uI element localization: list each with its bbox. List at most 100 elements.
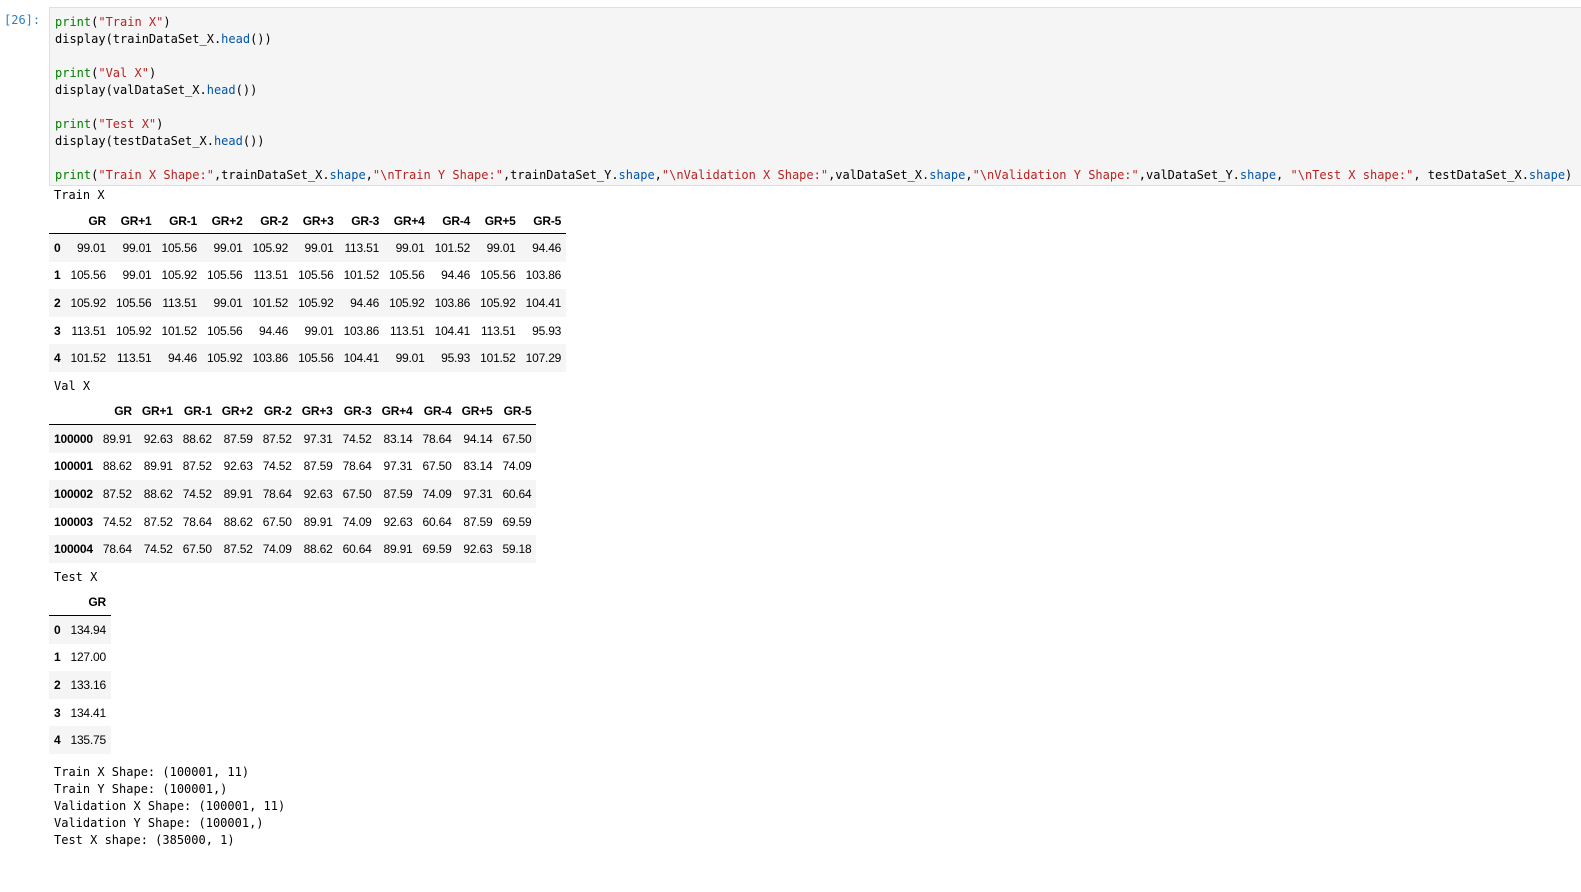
- row-index: 1: [54, 268, 61, 283]
- code-token: print: [55, 117, 92, 131]
- table-cell: 87.59: [463, 514, 493, 529]
- train-label: Train X: [54, 188, 105, 202]
- column-header: GR+3: [296, 398, 338, 425]
- code-line: print("Val X"): [55, 65, 1572, 82]
- table-row: 100000 89.91 92.63 88.62 87.59 87.52 97.31 74.5…: [49, 424, 537, 453]
- table-row: 100001 88.62 89.91 87.52 92.63 74.52 87.59 78.6…: [49, 452, 537, 481]
- table-cell: 59.18: [502, 542, 532, 557]
- table-cell: 67.50: [342, 486, 372, 501]
- train-output: Train X GR GR+1 GR-1 GR+2 GR-2 GR+3 GR-3 GR+4 GR…: [49, 187, 1569, 372]
- table-cell: 105.56: [70, 268, 106, 283]
- table-cell: 105.92: [161, 268, 198, 283]
- code-token: display(testDataSet_X.: [55, 134, 214, 148]
- shape-line: Validation X Shape: (100001, 11): [54, 798, 286, 813]
- code-token: head: [213, 134, 243, 148]
- column-header: GR-3: [338, 208, 385, 234]
- table-cell: 105.56: [480, 268, 516, 283]
- table-cell: 95.93: [532, 323, 562, 338]
- table-cell: 67.50: [422, 459, 452, 474]
- code-text[interactable]: print("Train X") display(trainDataSet_X.h…: [55, 14, 1572, 184]
- table-cell: 101.52: [480, 351, 516, 366]
- table-cell: 74.52: [342, 431, 372, 446]
- table-cell: 88.62: [102, 459, 132, 474]
- table-cell: 88.62: [182, 431, 212, 446]
- table-cell: 113.51: [162, 295, 198, 310]
- table-cell: 89.91: [383, 542, 413, 557]
- code-token: "Test X": [98, 117, 157, 131]
- table-cell: 97.31: [463, 486, 493, 501]
- table-cell: 78.64: [182, 514, 212, 529]
- code-token: ,trainDataSet_X.: [213, 168, 330, 182]
- table-cell: 104.41: [343, 351, 380, 366]
- column-header: GR: [65, 208, 111, 234]
- shape-line: Test X shape: (385000, 1): [54, 832, 235, 847]
- table-cell: 101.52: [434, 240, 471, 255]
- row-index: 100003: [54, 514, 93, 529]
- code-token: ,: [1276, 168, 1291, 182]
- table-cell: 113.51: [344, 240, 380, 255]
- table-cell: 103.86: [525, 268, 562, 283]
- table-cell: 60.64: [422, 514, 452, 529]
- code-token: "\nTest X shape:": [1290, 168, 1414, 182]
- table-cell: 113.51: [116, 351, 152, 366]
- table-cell: 74.52: [182, 486, 212, 501]
- table-cell: 105.56: [161, 240, 198, 255]
- table-cell: 69.59: [502, 514, 532, 529]
- code-token: ,valDataSet_Y.: [1138, 168, 1240, 182]
- column-header: [49, 398, 98, 425]
- table-cell: 134.94: [70, 622, 106, 637]
- column-header: GR+4: [384, 208, 430, 234]
- cell-output: Train X GR GR+1 GR-1 GR+2 GR-2 GR+3 GR-3 GR+4 GR…: [49, 187, 1569, 849]
- code-token: "Train X Shape:": [98, 168, 214, 182]
- table-cell: 135.75: [70, 733, 106, 748]
- table-cell: 78.64: [342, 459, 372, 474]
- table-cell: 74.52: [143, 542, 173, 557]
- code-editor[interactable]: print("Train X") display(trainDataSet_X.h…: [49, 7, 1581, 186]
- table-cell: 105.92: [116, 323, 152, 338]
- code-token: ,valDataSet_X.: [828, 168, 930, 182]
- table-cell: 88.62: [143, 486, 173, 501]
- code-token: "\nValidation Y Shape:": [972, 168, 1139, 182]
- table-cell: 105.56: [207, 323, 243, 338]
- table-cell: 74.52: [262, 459, 292, 474]
- table-cell: 105.56: [298, 268, 334, 283]
- table-cell: 88.62: [303, 542, 333, 557]
- code-line: display(trainDataSet_X.head()): [55, 31, 1572, 48]
- table-cell: 67.50: [262, 514, 292, 529]
- execution-count: [26]:: [4, 13, 41, 27]
- table-cell: 87.52: [262, 431, 292, 446]
- table-cell: 99.01: [304, 240, 334, 255]
- table-cell: 92.63: [463, 542, 493, 557]
- table-cell: 97.31: [383, 459, 413, 474]
- column-header: [49, 208, 66, 234]
- column-header: GR-4: [417, 398, 457, 425]
- code-token: head: [221, 32, 251, 46]
- shape-output: Train X Shape: (100001, 11) Train Y Shape…: [49, 764, 1569, 849]
- column-header: GR-2: [257, 398, 297, 425]
- code-token: shape: [329, 168, 366, 182]
- table-cell: 104.41: [434, 323, 471, 338]
- column-header: GR-3: [337, 398, 377, 425]
- code-token: ,: [654, 168, 662, 182]
- row-index: 2: [54, 677, 61, 692]
- table-cell: 83.14: [463, 459, 493, 474]
- column-header: GR-2: [247, 208, 294, 234]
- table-cell: 105.92: [252, 240, 289, 255]
- table-cell: 92.63: [383, 514, 413, 529]
- table-cell: 99.01: [486, 240, 516, 255]
- table-cell: 134.41: [70, 705, 106, 720]
- table-row: 100002 87.52 88.62 74.52 89.91 78.64 92.63 67.5…: [49, 480, 537, 508]
- table-cell: 87.59: [383, 486, 413, 501]
- column-header: GR: [65, 589, 111, 616]
- code-token: head: [206, 83, 236, 97]
- table-cell: 94.46: [168, 351, 198, 366]
- table-cell: 99.01: [395, 351, 425, 366]
- table-cell: 99.01: [76, 240, 106, 255]
- table-cell: 99.01: [213, 295, 243, 310]
- code-token: ,: [365, 168, 373, 182]
- table-cell: 105.56: [116, 295, 152, 310]
- table-row: 1 127.00: [49, 643, 111, 672]
- code-token: "\nTrain Y Shape:": [372, 168, 503, 182]
